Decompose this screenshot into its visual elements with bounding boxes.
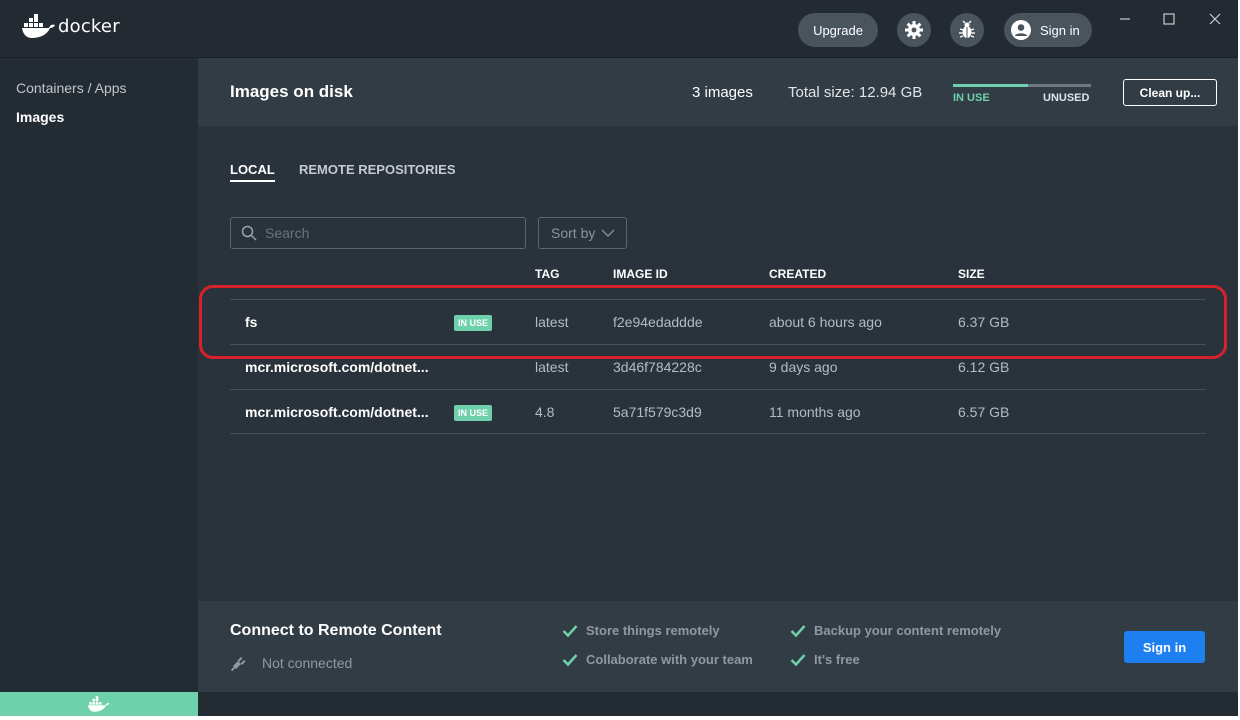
image-name: fs bbox=[245, 314, 258, 330]
feature-item: Backup your content remotely bbox=[790, 623, 1001, 638]
images-header: Images on disk 3 images Total size: 12.9… bbox=[198, 58, 1238, 126]
check-icon bbox=[562, 624, 578, 637]
main-content: Images on disk 3 images Total size: 12.9… bbox=[198, 58, 1238, 716]
column-header-size[interactable]: SIZE bbox=[958, 267, 985, 281]
image-count: 3 images bbox=[692, 84, 753, 101]
image-id: f2e94edaddde bbox=[613, 314, 703, 330]
sort-by-dropdown[interactable]: Sort by bbox=[538, 217, 627, 249]
logo-text: docker bbox=[58, 15, 120, 37]
search-input[interactable] bbox=[265, 225, 505, 241]
minimize-button[interactable] bbox=[1114, 8, 1136, 30]
search-box[interactable] bbox=[230, 217, 526, 249]
check-icon bbox=[562, 653, 578, 666]
disk-usage-unused-segment bbox=[1028, 84, 1091, 87]
sidebar-status-bar[interactable] bbox=[0, 692, 198, 716]
settings-button[interactable] bbox=[897, 13, 931, 47]
signin-label: Sign in bbox=[1040, 22, 1080, 38]
image-created: about 6 hours ago bbox=[769, 314, 882, 330]
check-icon bbox=[790, 653, 806, 666]
bottom-strip bbox=[198, 692, 1238, 716]
bug-icon bbox=[959, 20, 975, 38]
sidebar-item-images[interactable]: Images bbox=[16, 109, 64, 125]
maximize-button[interactable] bbox=[1158, 8, 1180, 30]
tab-local[interactable]: LOCAL bbox=[230, 162, 275, 182]
image-size: 6.37 GB bbox=[958, 314, 1010, 330]
sidebar-item-containers[interactable]: Containers / Apps bbox=[16, 80, 127, 96]
docker-whale-icon bbox=[22, 14, 55, 38]
image-tag: latest bbox=[535, 359, 569, 375]
image-created: 11 months ago bbox=[769, 404, 861, 420]
maximize-icon bbox=[1163, 13, 1175, 25]
column-header-tag[interactable]: TAG bbox=[535, 267, 559, 281]
clean-up-button[interactable]: Clean up... bbox=[1123, 79, 1217, 106]
plug-icon bbox=[230, 657, 246, 672]
column-header-created[interactable]: CREATED bbox=[769, 267, 826, 281]
chevron-down-icon bbox=[601, 229, 615, 237]
feature-item: It's free bbox=[790, 652, 860, 667]
image-name: mcr.microsoft.com/dotnet... bbox=[245, 359, 429, 375]
images-table: fs IN USE latest f2e94edaddde about 6 ho… bbox=[230, 299, 1206, 434]
sort-by-label: Sort by bbox=[551, 225, 596, 241]
image-size: 6.12 GB bbox=[958, 359, 1010, 375]
page-title: Images on disk bbox=[230, 82, 353, 101]
connection-status-text: Not connected bbox=[262, 655, 353, 671]
docker-whale-icon bbox=[88, 696, 110, 712]
remote-signin-button[interactable]: Sign in bbox=[1124, 631, 1205, 663]
column-header-image-id[interactable]: IMAGE ID bbox=[613, 267, 668, 281]
search-icon bbox=[241, 225, 257, 241]
feature-item: Store things remotely bbox=[562, 623, 720, 638]
docker-logo: docker bbox=[22, 14, 120, 38]
remote-content-title: Connect to Remote Content bbox=[230, 622, 442, 639]
remote-content-panel: Connect to Remote Content Not connected … bbox=[198, 601, 1238, 692]
gear-icon bbox=[905, 21, 923, 39]
close-window-button[interactable] bbox=[1204, 8, 1226, 30]
docker-desktop-window: docker Upgrade Sign in Containers / Apps… bbox=[0, 0, 1238, 716]
feature-text: Backup your content remotely bbox=[814, 623, 1002, 638]
in-use-badge: IN USE bbox=[454, 315, 493, 331]
in-use-badge: IN USE bbox=[454, 405, 493, 421]
upgrade-button[interactable]: Upgrade bbox=[798, 13, 878, 47]
feature-text: Store things remotely bbox=[586, 623, 720, 638]
sidebar: Containers / Apps Images bbox=[0, 58, 198, 716]
image-name: mcr.microsoft.com/dotnet... bbox=[245, 404, 429, 420]
total-size: Total size: 12.94 GB bbox=[788, 84, 923, 101]
image-id: 5a71f579c3d9 bbox=[613, 404, 702, 420]
image-size: 6.57 GB bbox=[958, 404, 1010, 420]
image-id: 3d46f784228c bbox=[613, 359, 702, 375]
close-icon bbox=[1209, 13, 1221, 25]
tab-remote-repositories[interactable]: REMOTE REPOSITORIES bbox=[299, 162, 456, 177]
titlebar-signin-button[interactable]: Sign in bbox=[1004, 13, 1092, 47]
feature-text: Collaborate with your team bbox=[586, 652, 753, 667]
image-created: 9 days ago bbox=[769, 359, 838, 375]
feature-item: Collaborate with your team bbox=[562, 652, 753, 667]
check-icon bbox=[790, 624, 806, 637]
title-bar: docker Upgrade Sign in bbox=[0, 0, 1238, 58]
image-tag: 4.8 bbox=[535, 404, 555, 420]
table-row[interactable]: mcr.microsoft.com/dotnet... latest 3d46f… bbox=[230, 344, 1206, 389]
feature-text: It's free bbox=[814, 652, 860, 667]
image-tag: latest bbox=[535, 314, 569, 330]
troubleshoot-button[interactable] bbox=[950, 13, 984, 47]
user-icon bbox=[1011, 20, 1031, 40]
minimize-icon bbox=[1120, 18, 1130, 20]
connection-status: Not connected bbox=[230, 654, 352, 672]
table-row[interactable]: mcr.microsoft.com/dotnet... IN USE 4.8 5… bbox=[230, 389, 1206, 434]
table-row[interactable]: fs IN USE latest f2e94edaddde about 6 ho… bbox=[230, 299, 1206, 344]
unused-label: UNUSED bbox=[1043, 92, 1090, 104]
in-use-label: IN USE bbox=[953, 92, 990, 104]
